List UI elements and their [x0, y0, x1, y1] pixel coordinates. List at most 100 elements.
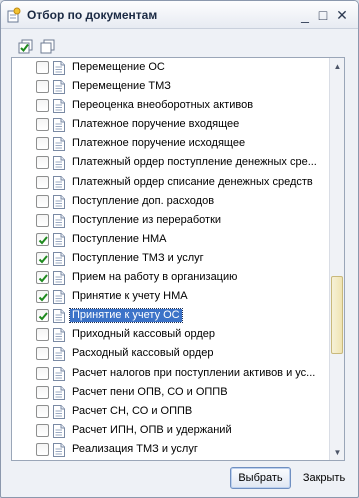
- item-checkbox[interactable]: [36, 99, 49, 113]
- item-checkbox[interactable]: [36, 309, 49, 323]
- item-label: Перемещение ТМЗ: [72, 80, 171, 93]
- item-checkbox[interactable]: [36, 213, 49, 227]
- item-checkbox[interactable]: [36, 80, 49, 94]
- title-bar[interactable]: Отбор по документам _ □ ✕: [1, 1, 358, 29]
- document-icon: [53, 213, 65, 228]
- item-label: Расчет налогов при поступлении активов и…: [72, 366, 316, 379]
- item-label: Расчет СН, СО и ОППВ: [72, 404, 193, 417]
- list-item[interactable]: Расчет пени ОПВ, СО и ОППВ: [12, 383, 330, 402]
- item-checkbox[interactable]: [36, 175, 49, 189]
- document-list: Перемещение ОС Перемещение ТМЗ Переоценка …: [11, 57, 345, 461]
- vertical-scrollbar[interactable]: ▲ ▼: [329, 58, 344, 460]
- item-label: Принятие к учету ОС: [69, 308, 183, 324]
- document-icon: [53, 271, 65, 286]
- list-item[interactable]: Расходный кассовый ордер: [12, 344, 330, 363]
- list-item[interactable]: Платежный ордер списание денежных средст…: [12, 173, 330, 192]
- scrollbar-thumb[interactable]: [331, 276, 343, 354]
- list-item[interactable]: Расчет ИПН, ОПВ и удержаний: [12, 421, 330, 440]
- item-label: Реализация ТМЗ и услуг: [72, 442, 198, 455]
- item-label: Принятие к учету НМА: [72, 290, 188, 303]
- item-checkbox[interactable]: [36, 271, 49, 285]
- list-item[interactable]: Реализация ТМЗ и услуг: [12, 440, 330, 459]
- document-icon: [53, 309, 65, 324]
- list-item[interactable]: Платежное поручение входящее: [12, 115, 330, 134]
- list-item[interactable]: Перемещение ТМЗ: [12, 77, 330, 96]
- minimize-button[interactable]: _: [297, 7, 313, 23]
- item-label: Перемещение ОС: [72, 61, 165, 73]
- scroll-up-icon[interactable]: ▲: [331, 60, 344, 72]
- item-label: Поступление ТМЗ и услуг: [72, 251, 204, 264]
- item-checkbox[interactable]: [36, 423, 49, 437]
- list-item[interactable]: Приходный кассовый ордер: [12, 325, 330, 344]
- item-checkbox[interactable]: [36, 156, 49, 170]
- document-icon: [53, 404, 65, 419]
- document-icon: [53, 61, 65, 75]
- list-item[interactable]: Платежное поручение исходящее: [12, 134, 330, 153]
- document-icon: [53, 118, 65, 133]
- close-button[interactable]: ✕: [334, 7, 350, 23]
- form-icon: [6, 7, 22, 23]
- document-icon: [53, 194, 65, 209]
- item-label: Поступление доп. расходов: [72, 194, 215, 207]
- document-icon: [53, 385, 65, 400]
- document-icon: [53, 347, 65, 362]
- document-icon: [53, 251, 65, 266]
- toolbar: [1, 29, 358, 57]
- document-icon: [53, 156, 65, 171]
- item-label: Расчет пени ОПВ, СО и ОППВ: [72, 385, 228, 398]
- window-title: Отбор по документам: [27, 8, 158, 22]
- document-icon: [53, 80, 65, 95]
- document-icon: [53, 232, 65, 247]
- list-item[interactable]: Расчет налогов при поступлении активов и…: [12, 364, 330, 383]
- list-item[interactable]: Принятие к учету НМА: [12, 287, 330, 306]
- document-icon: [53, 442, 65, 457]
- document-icon: [53, 366, 65, 381]
- list-item[interactable]: Расчет СН, СО и ОППВ: [12, 402, 330, 421]
- item-checkbox[interactable]: [36, 290, 49, 304]
- list-item[interactable]: Платежный ордер поступление денежных сре…: [12, 153, 330, 172]
- item-label: Расчет ИПН, ОПВ и удержаний: [72, 423, 232, 436]
- list-item[interactable]: Принятие к учету ОС: [12, 306, 330, 325]
- item-label: Расходный кассовый ордер: [72, 347, 214, 360]
- document-icon: [53, 328, 65, 343]
- item-checkbox[interactable]: [36, 328, 49, 342]
- item-checkbox[interactable]: [36, 61, 49, 74]
- item-label: Платежное поручение входящее: [72, 118, 240, 131]
- item-checkbox[interactable]: [36, 385, 49, 399]
- uncheck-all-icon[interactable]: [39, 39, 57, 55]
- list-item[interactable]: Поступление НМА: [12, 230, 330, 249]
- list-item[interactable]: Поступление ТМЗ и услуг: [12, 249, 330, 268]
- item-checkbox[interactable]: [36, 442, 49, 456]
- document-icon: [53, 175, 65, 190]
- item-label: Платежный ордер поступление денежных сре…: [72, 156, 317, 169]
- item-checkbox[interactable]: [36, 194, 49, 208]
- document-icon: [53, 290, 65, 305]
- list-item[interactable]: Поступление из переработки: [12, 211, 330, 230]
- dialog-footer: Выбрать Закрыть: [1, 461, 358, 497]
- item-checkbox[interactable]: [36, 366, 49, 380]
- item-label: Приходный кассовый ордер: [72, 328, 216, 341]
- item-label: Поступление НМА: [72, 232, 167, 245]
- document-icon: [53, 99, 65, 114]
- close-dialog-button[interactable]: Закрыть: [295, 467, 353, 489]
- select-button[interactable]: Выбрать: [230, 467, 291, 489]
- item-label: Платежный ордер списание денежных средст…: [72, 175, 313, 188]
- item-label: Платежное поручение исходящее: [72, 137, 246, 150]
- document-icon: [53, 137, 65, 152]
- item-checkbox[interactable]: [36, 118, 49, 132]
- list-item[interactable]: Переоценка внеоборотных активов: [12, 96, 330, 115]
- check-all-icon[interactable]: [17, 39, 35, 55]
- item-label: Поступление из переработки: [72, 213, 222, 226]
- document-icon: [53, 423, 65, 438]
- item-checkbox[interactable]: [36, 404, 49, 418]
- item-checkbox[interactable]: [36, 232, 49, 246]
- item-checkbox[interactable]: [36, 251, 49, 265]
- filter-dialog: Отбор по документам _ □ ✕ Перемещение ОС…: [0, 0, 359, 498]
- item-checkbox[interactable]: [36, 137, 49, 151]
- list-item[interactable]: Прием на работу в организацию: [12, 268, 330, 287]
- scroll-down-icon[interactable]: ▼: [331, 446, 344, 458]
- item-checkbox[interactable]: [36, 347, 49, 361]
- maximize-button[interactable]: □: [315, 7, 331, 23]
- list-item[interactable]: Поступление доп. расходов: [12, 192, 330, 211]
- list-item[interactable]: Перемещение ОС: [12, 58, 330, 77]
